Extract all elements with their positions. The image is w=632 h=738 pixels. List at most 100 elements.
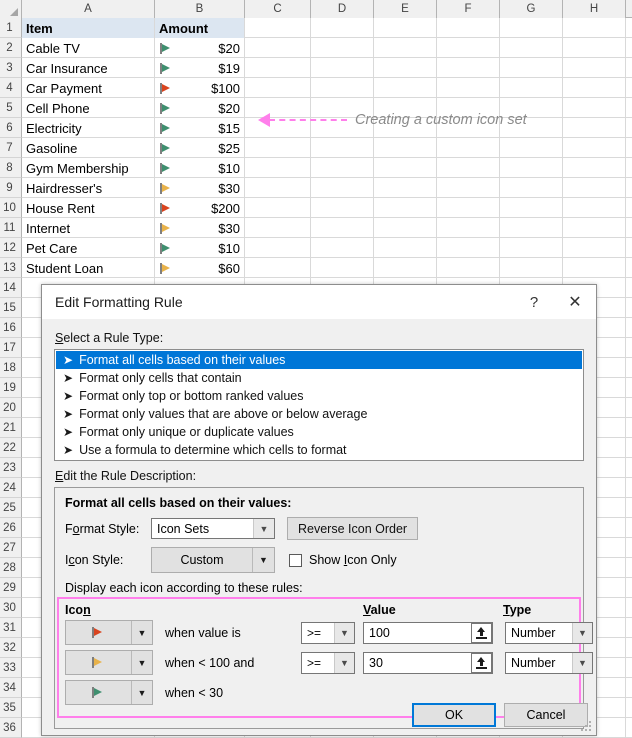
cell-empty[interactable] <box>563 138 626 158</box>
cell-empty[interactable] <box>245 178 311 198</box>
cell-empty[interactable] <box>311 78 374 98</box>
range-selector-button-0[interactable] <box>471 622 492 643</box>
cell-empty[interactable] <box>374 238 437 258</box>
row-header-2[interactable]: 2 <box>0 38 22 58</box>
cell-empty[interactable] <box>311 158 374 178</box>
icon-picker-0[interactable]: ▼ <box>65 620 153 645</box>
cell-b6[interactable]: $15 <box>155 118 245 138</box>
cell-empty[interactable] <box>500 38 563 58</box>
cell-a6[interactable]: Electricity <box>22 118 155 138</box>
cell-empty[interactable] <box>500 238 563 258</box>
row-header-12[interactable]: 12 <box>0 238 22 258</box>
cell-a2[interactable]: Cable TV <box>22 38 155 58</box>
cell-empty[interactable] <box>311 118 374 138</box>
row-header-31[interactable]: 31 <box>0 618 22 638</box>
chevron-down-icon[interactable]: ▼ <box>131 681 152 704</box>
column-header-b[interactable]: B <box>155 0 245 18</box>
chevron-down-icon[interactable]: ▼ <box>131 621 152 644</box>
cell-a11[interactable]: Internet <box>22 218 155 238</box>
cell-ce[interactable] <box>374 18 437 38</box>
chevron-down-icon[interactable]: ▼ <box>252 548 274 572</box>
cell-empty[interactable] <box>563 238 626 258</box>
checkbox-box-icon[interactable] <box>289 553 302 567</box>
cell-cc[interactable] <box>245 18 311 38</box>
cell-empty[interactable] <box>437 38 500 58</box>
cell-a12[interactable]: Pet Care <box>22 238 155 258</box>
cell-a9[interactable]: Hairdresser's <box>22 178 155 198</box>
icon-picker-1[interactable]: ▼ <box>65 650 153 675</box>
cell-empty[interactable] <box>437 178 500 198</box>
row-header-14[interactable]: 14 <box>0 278 22 298</box>
operator-dropdown-1[interactable]: >= ▼ <box>301 651 355 674</box>
column-header-g[interactable]: G <box>500 0 563 18</box>
row-header-27[interactable]: 27 <box>0 538 22 558</box>
cell-empty[interactable] <box>563 218 626 238</box>
cell-a3[interactable]: Car Insurance <box>22 58 155 78</box>
cell-empty[interactable] <box>563 98 626 118</box>
format-style-dropdown[interactable]: Icon Sets ▼ <box>151 518 275 539</box>
cell-empty[interactable] <box>311 138 374 158</box>
cell-empty[interactable] <box>437 98 500 118</box>
cell-empty[interactable] <box>437 118 500 138</box>
row-header-26[interactable]: 26 <box>0 518 22 538</box>
cell-empty[interactable] <box>245 98 311 118</box>
cell-empty[interactable] <box>245 58 311 78</box>
cell-empty[interactable] <box>311 238 374 258</box>
cell-b2[interactable]: $20 <box>155 38 245 58</box>
cell-empty[interactable] <box>374 138 437 158</box>
cancel-button[interactable]: Cancel <box>504 703 588 727</box>
chevron-down-icon[interactable]: ▼ <box>253 519 274 538</box>
cell-b11[interactable]: $30 <box>155 218 245 238</box>
cell-empty[interactable] <box>374 58 437 78</box>
row-header-20[interactable]: 20 <box>0 398 22 418</box>
resize-grip-icon[interactable] <box>581 721 593 733</box>
row-header-21[interactable]: 21 <box>0 418 22 438</box>
cell-empty[interactable] <box>500 218 563 238</box>
cell-empty[interactable] <box>563 58 626 78</box>
row-header-28[interactable]: 28 <box>0 558 22 578</box>
cell-b13[interactable]: $60 <box>155 258 245 278</box>
chevron-down-icon[interactable]: ▼ <box>334 622 354 643</box>
cell-empty[interactable] <box>437 238 500 258</box>
type-dropdown-0[interactable]: Number ▼ <box>505 621 593 644</box>
cell-empty[interactable] <box>500 178 563 198</box>
cell-a5[interactable]: Cell Phone <box>22 98 155 118</box>
cell-a7[interactable]: Gasoline <box>22 138 155 158</box>
cell-empty[interactable] <box>245 198 311 218</box>
rule-type-item-1[interactable]: ➤ Format only cells that contain <box>56 369 582 387</box>
chevron-down-icon[interactable]: ▼ <box>334 652 354 673</box>
cell-empty[interactable] <box>374 198 437 218</box>
row-header-5[interactable]: 5 <box>0 98 22 118</box>
close-icon[interactable]: ✕ <box>554 286 596 318</box>
cell-b9[interactable]: $30 <box>155 178 245 198</box>
cell-b8[interactable]: $10 <box>155 158 245 178</box>
cell-a13[interactable]: Student Loan <box>22 258 155 278</box>
cell-empty[interactable] <box>245 158 311 178</box>
row-header-18[interactable]: 18 <box>0 358 22 378</box>
cell-empty[interactable] <box>311 198 374 218</box>
operator-dropdown-0[interactable]: >= ▼ <box>301 621 355 644</box>
cell-a8[interactable]: Gym Membership <box>22 158 155 178</box>
cell-empty[interactable] <box>500 258 563 278</box>
cell-b7[interactable]: $25 <box>155 138 245 158</box>
show-icon-only-checkbox[interactable]: Show Icon Only <box>289 553 397 567</box>
rule-type-item-3[interactable]: ➤ Format only values that are above or be… <box>56 405 582 423</box>
cell-empty[interactable] <box>245 218 311 238</box>
cell-b4[interactable]: $100 <box>155 78 245 98</box>
row-header-36[interactable]: 36 <box>0 718 22 738</box>
column-header-a[interactable]: A <box>22 0 155 18</box>
row-header-24[interactable]: 24 <box>0 478 22 498</box>
row-header-10[interactable]: 10 <box>0 198 22 218</box>
cell-empty[interactable] <box>563 198 626 218</box>
row-header-8[interactable]: 8 <box>0 158 22 178</box>
row-header-1[interactable]: 1 <box>0 18 22 38</box>
row-header-22[interactable]: 22 <box>0 438 22 458</box>
cell-b1[interactable]: Amount <box>155 18 245 38</box>
column-header-e[interactable]: E <box>374 0 437 18</box>
cell-empty[interactable] <box>563 158 626 178</box>
cell-empty[interactable] <box>563 78 626 98</box>
cell-empty[interactable] <box>500 198 563 218</box>
chevron-down-icon[interactable]: ▼ <box>572 622 592 643</box>
row-header-32[interactable]: 32 <box>0 638 22 658</box>
row-header-6[interactable]: 6 <box>0 118 22 138</box>
